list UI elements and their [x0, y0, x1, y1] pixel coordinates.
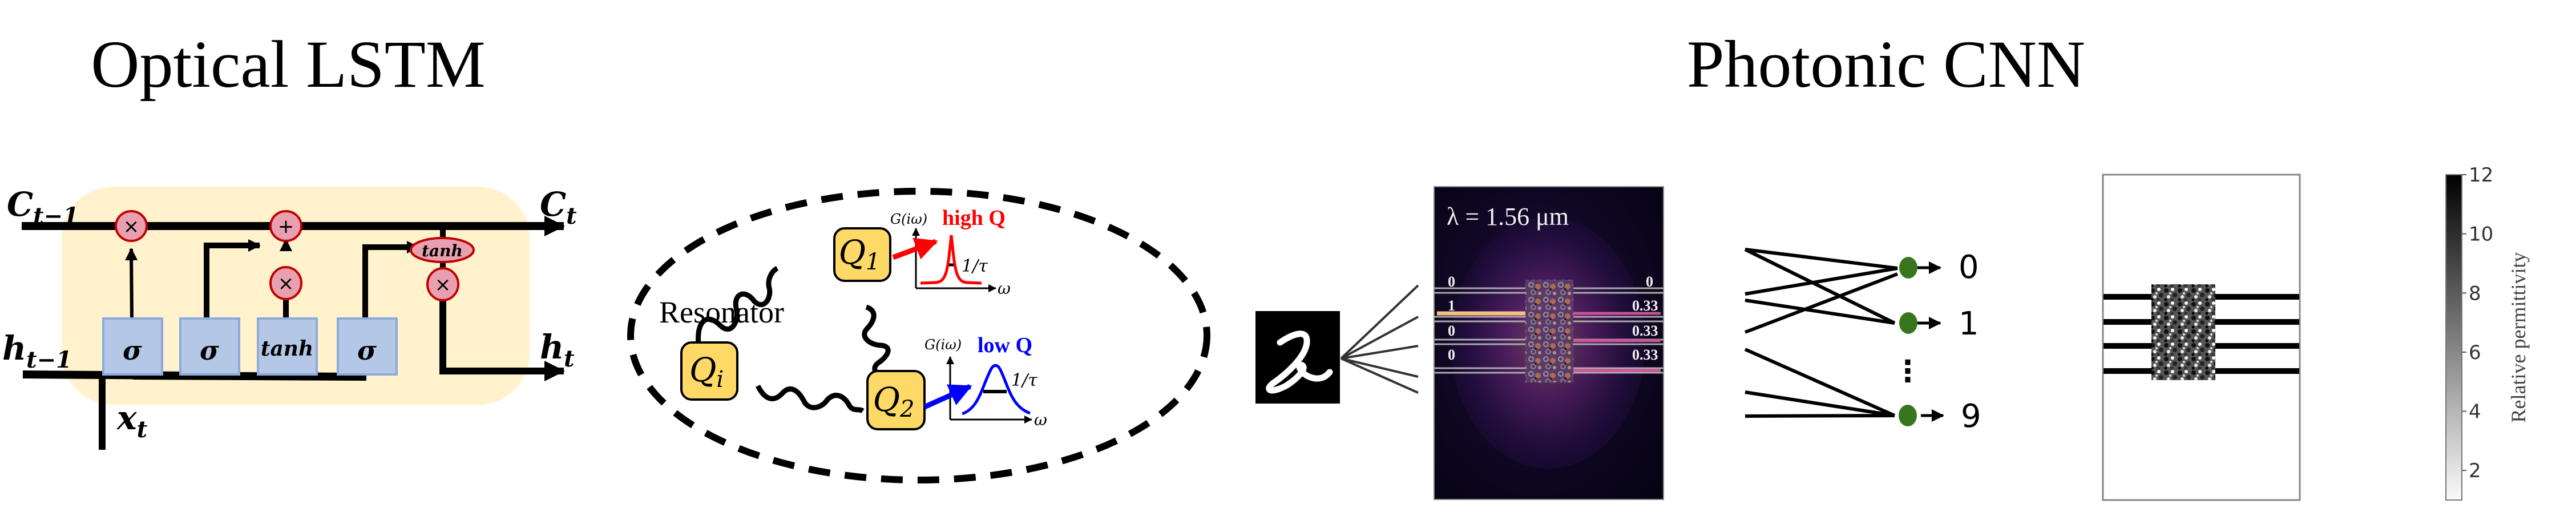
resonator-node-qi: Qi	[680, 341, 738, 401]
input-port-value: 1	[1448, 297, 1455, 314]
gate-output-sigma: σ	[337, 317, 398, 376]
gate-label: σ	[123, 335, 142, 366]
linewidth-label: 1/τ	[962, 256, 988, 276]
field-simulation-panel: λ = 1.56 μm 0 1 0 0 0 0.33 0.33 0.33	[1434, 186, 1664, 500]
colorbar-gradient	[2445, 174, 2462, 501]
label-cell-out: Ct	[540, 185, 577, 229]
low-q-response-plot: G(iω) low Q 1/τ ω	[923, 333, 1047, 429]
wavelength-label: λ = 1.56 μm	[1447, 203, 1569, 231]
output-neuron-1: 1	[1899, 305, 1979, 342]
input-port-value: 0	[1448, 273, 1455, 290]
output-port-value: 0.33	[1632, 297, 1658, 314]
input-fan-lines	[1340, 284, 1419, 394]
forget-gate-arrow	[125, 248, 138, 320]
gate-input-sigma: σ	[179, 317, 240, 376]
lstm-cell-diagram: σ σ tanh σ × + × × tanh Ct−1 Ct ht−1 ht …	[2, 185, 577, 450]
output-layer	[1744, 248, 1899, 418]
ellipsis: ⋮	[1893, 354, 1923, 389]
colorbar-tick-label: 12	[2469, 164, 2493, 187]
output-neuron-0: 0	[1899, 249, 1979, 286]
plot-title: high Q	[942, 206, 1006, 230]
input-port-value: 0	[1448, 346, 1455, 363]
resonator-node-q2: Q2	[866, 370, 926, 430]
operator-symbol: +	[278, 215, 294, 238]
input-multiply-operator: ×	[269, 266, 302, 300]
label-hidden-out: ht	[540, 328, 575, 372]
colorbar-tick-label: 8	[2469, 282, 2481, 305]
plot-xlabel: ω	[998, 279, 1011, 298]
colorbar: 12 10 8 6 4 2 Relative permittivity	[2445, 164, 2530, 501]
linewidth-label: 1/τ	[1011, 370, 1037, 390]
label-cell-prev: Ct−1	[7, 185, 79, 229]
q2-arrow	[923, 384, 972, 410]
output-port-value: 0.33	[1632, 323, 1658, 339]
mnist-digit-input	[1255, 311, 1340, 404]
hidden-bus-line	[132, 372, 367, 381]
class-label: 9	[1961, 398, 1981, 435]
gate-label: σ	[200, 335, 219, 366]
permittivity-map: 12 10 8 6 4 2 Relative permittivity	[2102, 164, 2530, 501]
forget-multiply-operator: ×	[115, 210, 148, 242]
label-input-x: xt	[116, 398, 148, 443]
output-neuron-9: 9	[1899, 398, 1981, 435]
cell-tanh-operator: tanh	[410, 237, 475, 263]
class-label: 1	[1959, 305, 1979, 342]
plot-xlabel: ω	[1034, 410, 1047, 429]
colorbar-label: Relative permittivity	[2507, 252, 2530, 423]
label-hidden-prev: ht−1	[2, 329, 72, 373]
q1-arrow	[892, 237, 938, 260]
plot-ylabel: G(iω)	[890, 211, 927, 227]
scattering-medium	[2151, 284, 2215, 380]
output-port-value: 0	[1646, 273, 1653, 290]
resonator-node-q1: Q1	[833, 227, 891, 282]
operator-label: tanh	[422, 241, 463, 260]
title-photonic-cnn: Photonic CNN	[1687, 27, 2085, 102]
add-operator: +	[269, 210, 302, 242]
gate-candidate-tanh: tanh	[257, 317, 318, 376]
operator-symbol: ×	[435, 273, 451, 296]
colorbar-tick-label: 6	[2469, 341, 2481, 364]
operator-symbol: ×	[278, 272, 294, 295]
input-port-value: 0	[1448, 323, 1455, 339]
colorbar-tick-label: 2	[2469, 459, 2481, 482]
operator-symbol: ×	[123, 215, 140, 238]
colorbar-tick-label: 4	[2469, 401, 2481, 424]
class-label: 0	[1959, 249, 1979, 286]
colorbar-tick-label: 10	[2469, 223, 2493, 246]
plot-ylabel: G(iω)	[924, 337, 962, 353]
plot-title: low Q	[978, 333, 1032, 357]
resonator-boundary	[627, 188, 1210, 483]
output-port-value: 0.33	[1632, 346, 1658, 363]
title-optical-lstm: Optical LSTM	[91, 27, 486, 102]
gate-label: tanh	[261, 337, 313, 361]
figure: Optical LSTM Photonic CNN σ σ tanh σ × +…	[2, 27, 2530, 501]
photonic-cnn-diagram: λ = 1.56 μm 0 1 0 0 0 0.33 0.33 0.33 0 1…	[1255, 186, 1981, 500]
coupling-wave	[755, 384, 865, 414]
scattering-region	[1525, 280, 1573, 382]
resonator-diagram: Resonator Qi Q1 Q2 G(iω) high Q 1/τ ω G(…	[627, 188, 1210, 483]
output-multiply-operator: ×	[426, 267, 459, 301]
gate-label: σ	[357, 335, 377, 366]
gate-forget-sigma: σ	[102, 317, 163, 376]
